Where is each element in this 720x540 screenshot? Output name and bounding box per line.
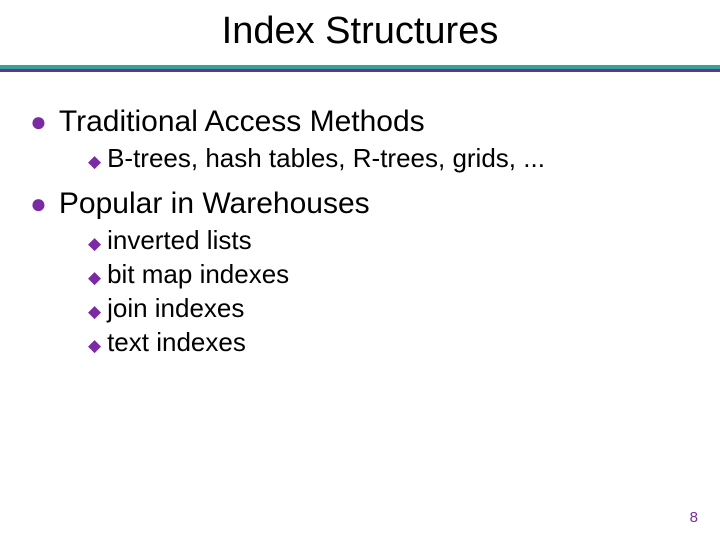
sub-list: ◆ B-trees, hash tables, R-trees, grids, … bbox=[88, 143, 690, 175]
diamond-bullet-icon: ◆ bbox=[88, 333, 101, 359]
title-divider bbox=[0, 65, 720, 71]
diamond-bullet-icon: ◆ bbox=[88, 299, 101, 325]
diamond-bullet-icon: ◆ bbox=[88, 231, 101, 257]
sub-item-text: B-trees, hash tables, R-trees, grids, ..… bbox=[107, 143, 545, 174]
bullet-level2: ◆ bit map indexes bbox=[88, 259, 690, 291]
circle-bullet-icon: ● bbox=[30, 107, 47, 137]
diamond-bullet-icon: ◆ bbox=[88, 265, 101, 291]
slide-body: ● Traditional Access Methods ◆ B-trees, … bbox=[0, 71, 720, 359]
bullet-level2: ◆ B-trees, hash tables, R-trees, grids, … bbox=[88, 143, 690, 175]
sub-item-text: bit map indexes bbox=[107, 259, 289, 290]
sub-item-text: join indexes bbox=[107, 293, 244, 324]
sub-item-text: text indexes bbox=[107, 327, 246, 358]
circle-bullet-icon: ● bbox=[30, 189, 47, 219]
diamond-bullet-icon: ◆ bbox=[88, 149, 101, 175]
slide-title: Index Structures bbox=[0, 0, 720, 65]
bullet-level2: ◆ join indexes bbox=[88, 293, 690, 325]
page-number: 8 bbox=[690, 509, 698, 526]
sub-list: ◆ inverted lists ◆ bit map indexes ◆ joi… bbox=[88, 225, 690, 359]
bullet-level1: ● Popular in Warehouses bbox=[30, 187, 690, 221]
bullet-level2: ◆ text indexes bbox=[88, 327, 690, 359]
sub-item-text: inverted lists bbox=[107, 225, 252, 256]
bullet-level2: ◆ inverted lists bbox=[88, 225, 690, 257]
section-heading: Traditional Access Methods bbox=[59, 105, 425, 139]
section-heading: Popular in Warehouses bbox=[59, 187, 370, 221]
bullet-level1: ● Traditional Access Methods bbox=[30, 105, 690, 139]
